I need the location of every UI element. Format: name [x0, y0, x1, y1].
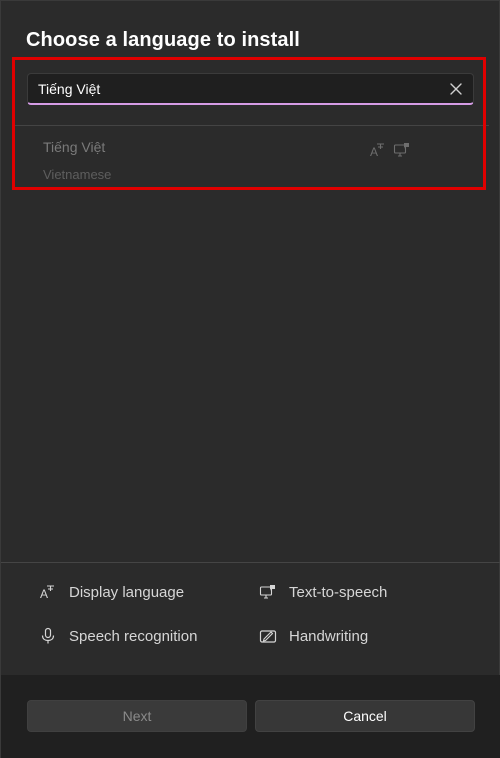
search-input[interactable]: [38, 74, 438, 104]
dialog-footer: Next Cancel: [1, 675, 500, 758]
feature-label: Text-to-speech: [289, 583, 388, 601]
feature-text-to-speech: Text-to-speech: [259, 583, 387, 601]
feature-handwriting: Handwriting: [259, 627, 368, 645]
display-language-icon: A: [40, 585, 54, 601]
list-item[interactable]: Tiếng Việt Vietnamese A: [27, 129, 474, 185]
language-english-name: Vietnamese: [43, 167, 112, 182]
close-icon: [450, 83, 462, 95]
text-to-speech-icon: [259, 585, 275, 599]
clear-search-button[interactable]: [445, 78, 467, 100]
text-to-speech-icon: [393, 143, 409, 157]
handwriting-icon: [259, 630, 277, 643]
install-language-dialog: Choose a language to install Tiếng Việt …: [0, 0, 500, 758]
microphone-icon: [41, 627, 55, 644]
dialog-title: Choose a language to install: [26, 29, 300, 51]
svg-text:A: A: [40, 587, 48, 601]
features-legend: A Display language Text-to-speech Speech…: [1, 563, 500, 675]
feature-label: Handwriting: [289, 627, 369, 645]
feature-label: Speech recognition: [69, 627, 198, 645]
svg-text:A: A: [370, 145, 378, 159]
feature-label: Display language: [69, 583, 185, 601]
feature-speech-recognition: Speech recognition: [39, 627, 197, 645]
cancel-button[interactable]: Cancel: [255, 700, 475, 732]
results-divider: [13, 125, 489, 126]
language-name: Tiếng Việt: [43, 139, 106, 155]
display-language-icon: A: [370, 143, 384, 159]
feature-display-language: A Display language: [39, 583, 185, 602]
language-capabilities: A: [369, 141, 411, 159]
next-button[interactable]: Next: [27, 700, 247, 732]
search-box[interactable]: [27, 73, 474, 105]
